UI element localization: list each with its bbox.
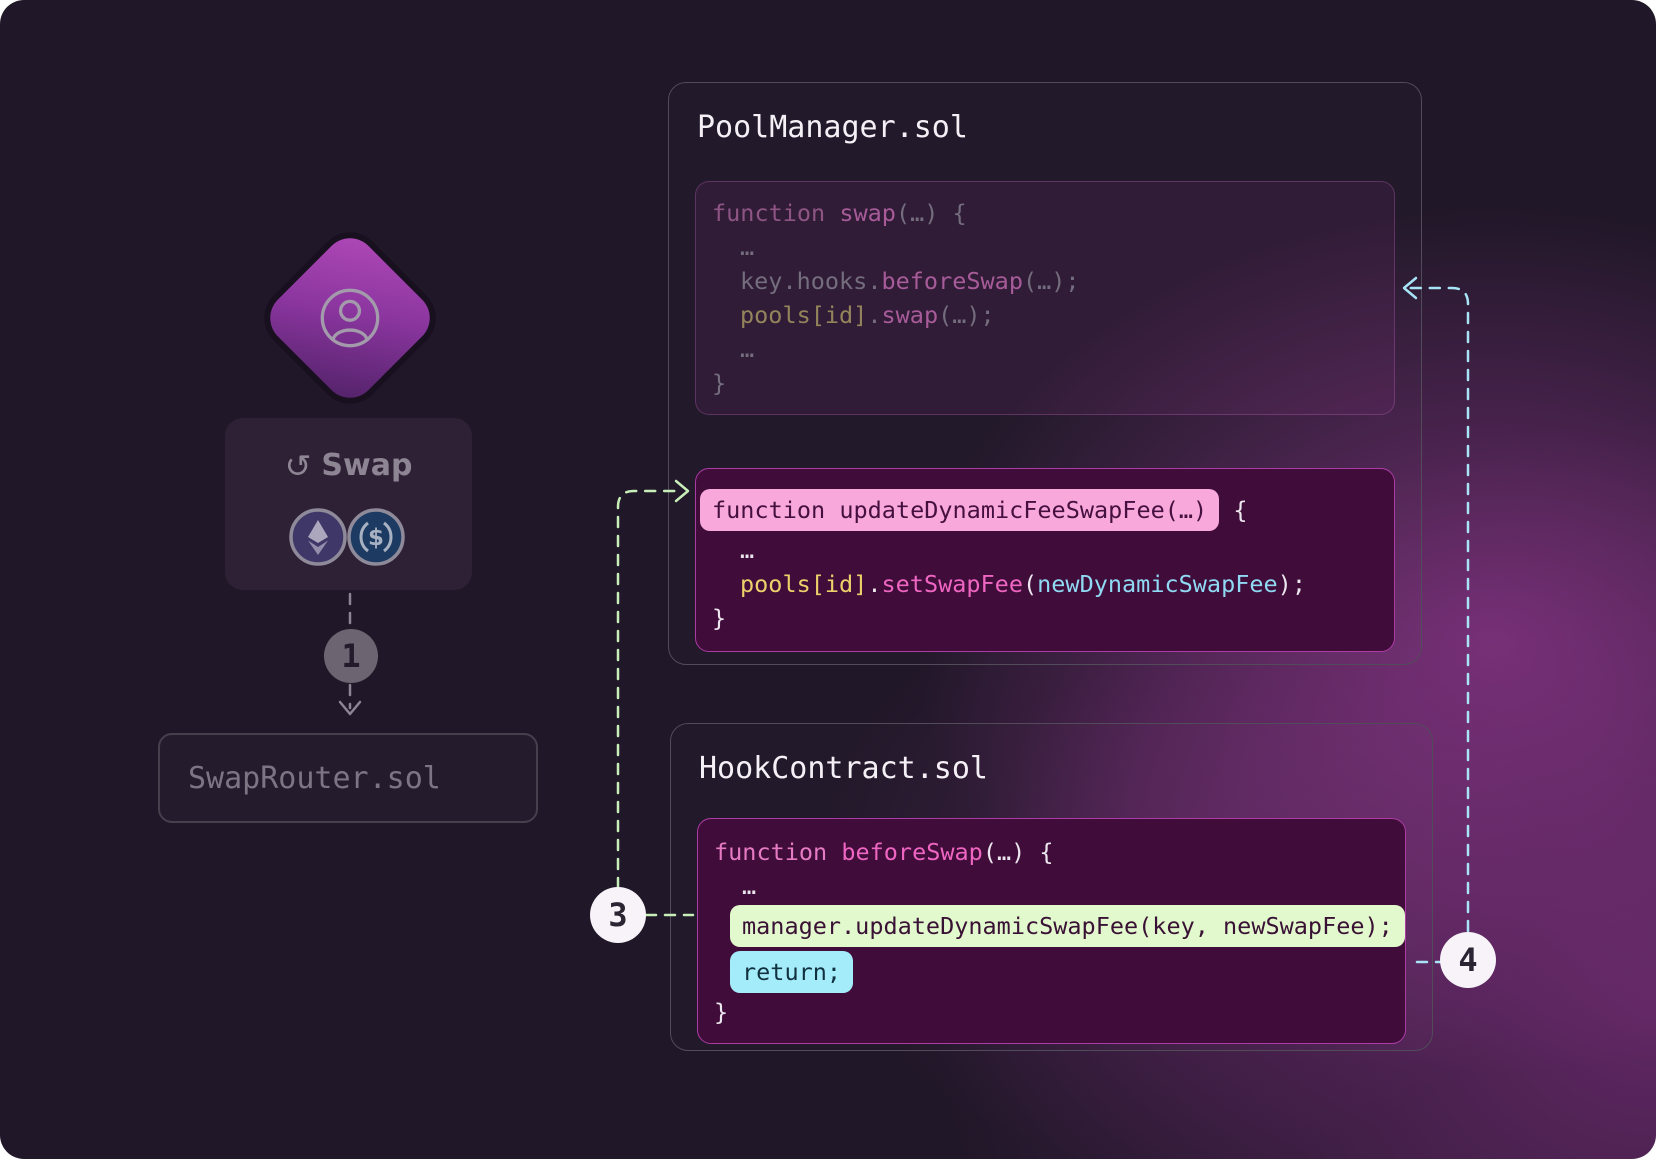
step1-arrowhead (340, 702, 360, 714)
swap-row: ↺ Swap (225, 448, 472, 483)
code-seg: pools[id] (740, 301, 867, 329)
code-seg: ( (1023, 570, 1037, 598)
code-seg: (…); (1023, 267, 1080, 295)
code-seg: … (740, 536, 754, 564)
code-line: … (714, 869, 1387, 903)
manager-call-pill: manager.updateDynamicSwapFee(key, newSwa… (730, 905, 1405, 947)
svg-text:$: $ (368, 525, 384, 551)
code-seg: … (742, 872, 756, 900)
code-seg: swap (882, 301, 939, 329)
code-seg: ); (1278, 570, 1306, 598)
poolmanager-panel: PoolManager.sol function swap(…) { … key… (668, 82, 1422, 665)
code-line: } (712, 366, 1376, 400)
code-line: manager.updateDynamicSwapFee(key, newSwa… (714, 903, 1387, 949)
code-line: key.hooks.beforeSwap(…); (712, 264, 1376, 298)
code-seg: (…) { (983, 838, 1054, 866)
pm-updatefee-code-block: function updateDynamicFeeSwapFee(…) { … … (695, 468, 1395, 652)
code-line: pools[id].setSwapFee(newDynamicSwapFee); (712, 567, 1376, 601)
updatedynamicfeeswapfee-pill: function updateDynamicFeeSwapFee(…) (700, 489, 1219, 531)
code-line: … (712, 533, 1376, 567)
user-icon (319, 287, 381, 349)
code-line: … (712, 332, 1376, 366)
code-seg: (…) { (896, 199, 967, 227)
code-line: } (714, 995, 1387, 1029)
code-seg: { (1219, 496, 1247, 524)
code-seg: } (712, 369, 726, 397)
return-pill: return; (730, 951, 853, 993)
user-avatar-diamond (259, 227, 440, 408)
code-line: pools[id].swap(…); (712, 298, 1376, 332)
swap-action-card: ↺ Swap $ (225, 418, 472, 590)
usd-coin-icon: $ (347, 508, 405, 566)
code-seg: key.hooks. (740, 267, 881, 295)
hook-beforeswap-code-block: function beforeSwap(…) { … manager.updat… (697, 818, 1406, 1044)
code-line: function updateDynamicFeeSwapFee(…) { (712, 487, 1376, 533)
code-seg: … (740, 233, 754, 261)
code-line: } (712, 601, 1376, 635)
code-seg: function (712, 199, 839, 227)
code-seg: newDynamicSwapFee (1037, 570, 1278, 598)
code-seg: beforeSwap (841, 838, 982, 866)
code-seg: } (712, 604, 726, 632)
code-seg: swap (839, 199, 896, 227)
swap-icon: ↺ (285, 451, 312, 481)
step-4-badge: 4 (1440, 932, 1496, 988)
code-seg: pools[id] (740, 570, 867, 598)
code-seg: . (867, 570, 881, 598)
code-seg: (…); (938, 301, 995, 329)
swap-label: Swap (321, 448, 412, 483)
hookcontract-panel: HookContract.sol function beforeSwap(…) … (670, 723, 1433, 1051)
diagram-canvas: ↺ Swap $ SwapRouter.sol PoolManager.sol (0, 0, 1656, 1159)
code-line: … (712, 230, 1376, 264)
code-seg: setSwapFee (882, 570, 1023, 598)
hookcontract-title: HookContract.sol (699, 752, 1406, 786)
poolmanager-title: PoolManager.sol (697, 111, 1395, 145)
code-line: function swap(…) { (712, 196, 1376, 230)
step-3-badge: 3 (590, 887, 646, 943)
code-seg: function (714, 838, 841, 866)
swaprouter-file-card: SwapRouter.sol (158, 733, 538, 823)
code-seg: } (714, 998, 728, 1026)
eth-coin-icon (289, 508, 347, 566)
code-line: function beforeSwap(…) { (714, 835, 1387, 869)
pm-swap-code-block: function swap(…) { … key.hooks.beforeSwa… (695, 181, 1395, 415)
step-1-badge: 1 (324, 629, 378, 683)
code-line: return; (714, 949, 1387, 995)
code-seg: … (740, 335, 754, 363)
code-seg: beforeSwap (881, 267, 1022, 295)
swaprouter-filename: SwapRouter.sol (188, 761, 441, 796)
code-seg: . (867, 301, 881, 329)
